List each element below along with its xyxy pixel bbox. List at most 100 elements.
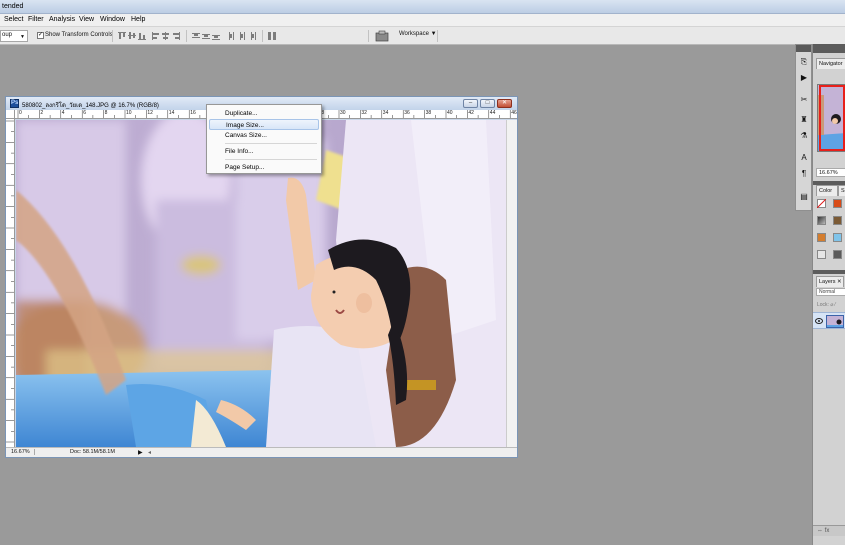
layers-footer: ⇔ fx (813, 525, 845, 536)
ruler-origin[interactable] (6, 110, 15, 119)
align-bottom-icon[interactable] (138, 32, 146, 40)
app-title-bar: tended (0, 0, 845, 14)
menu-item-duplicate[interactable]: Duplicate... (209, 108, 319, 119)
navigator-zoom-field[interactable]: 16.67% (816, 168, 845, 177)
distribute-left-icon[interactable] (228, 32, 236, 40)
navigator-thumbnail[interactable] (817, 84, 845, 152)
tool-presets-icon[interactable]: ✂ (799, 95, 809, 105)
character-icon[interactable]: A (799, 153, 809, 163)
ruler-number: 6 (83, 110, 86, 116)
actions-icon[interactable]: ▶ (799, 73, 809, 83)
ruler-number: 32 (361, 110, 367, 116)
horizontal-scroll-left[interactable]: ◂ (148, 449, 151, 456)
brushes-icon[interactable]: ♜ (799, 115, 809, 125)
document-title: 580802_ลงกรีโด_วัยเด_148.JPG @ 16.7% (RG… (22, 103, 159, 109)
layer-thumbnail (826, 315, 844, 328)
history-icon[interactable]: ⎘ (799, 57, 809, 67)
vertical-scrollbar[interactable] (506, 120, 517, 447)
ruler-number: 0 (19, 110, 22, 116)
ruler-number: 44 (489, 110, 496, 116)
workspace-menu[interactable]: Workspace ▼ (399, 31, 437, 37)
ruler-number: 42 (468, 110, 474, 116)
no-style-swatch[interactable] (817, 199, 826, 208)
align-right-icon[interactable] (172, 32, 180, 40)
menu-bar: Select Filter Analysis View Window Help (0, 14, 845, 27)
menu-item-canvas-size[interactable]: Canvas Size... (209, 130, 319, 141)
panel-grip[interactable] (796, 45, 811, 52)
menu-analysis[interactable]: Analysis (49, 16, 75, 23)
blend-mode-dropdown[interactable]: Normal (816, 288, 845, 296)
ruler-number: 2 (40, 110, 44, 116)
tab-layers[interactable]: Layers ✕ (816, 276, 844, 287)
layer-row[interactable] (813, 312, 845, 329)
distribute-vcenter-icon[interactable] (202, 32, 210, 40)
navigator-view-box[interactable] (819, 85, 845, 151)
menu-separator (225, 143, 317, 144)
style-swatch[interactable] (817, 216, 826, 225)
maximize-button[interactable]: □ (480, 99, 495, 108)
distribute-hcenter-icon[interactable] (238, 32, 246, 40)
tab-color[interactable]: Color (816, 185, 838, 196)
ruler-number: 16 (190, 110, 196, 116)
menu-filter[interactable]: Filter (28, 16, 44, 23)
app-title: tended (2, 3, 24, 10)
paragraph-icon[interactable]: ¶ (799, 169, 809, 179)
divider (437, 30, 438, 42)
menu-help[interactable]: Help (131, 16, 145, 23)
menu-window[interactable]: Window (100, 16, 125, 23)
align-vcenter-icon[interactable] (128, 32, 136, 40)
auto-align-icon[interactable] (268, 32, 276, 40)
ruler-number: 40 (447, 110, 453, 116)
ruler-number: 46 (511, 110, 517, 116)
zoom-level[interactable]: 16.67% (11, 449, 35, 455)
menu-item-image-size[interactable]: Image Size... (209, 119, 319, 130)
style-swatch[interactable] (833, 233, 842, 242)
style-swatch[interactable] (817, 250, 826, 259)
show-transform-label: Show Transform Controls (45, 32, 113, 38)
style-swatch[interactable] (833, 250, 842, 259)
options-bar: oup ▼ ✓ Show Transform Controls Workspac… (0, 27, 845, 45)
minimize-button[interactable]: ‒ (463, 99, 478, 108)
ruler-number: 38 (425, 110, 432, 116)
distribute-top-icon[interactable] (192, 32, 200, 40)
distribute-right-icon[interactable] (248, 32, 256, 40)
style-swatch[interactable] (833, 199, 842, 208)
notes-icon[interactable]: ▤ (799, 192, 809, 202)
menu-item-page-setup[interactable]: Page Setup... (209, 162, 319, 173)
panel-header[interactable] (813, 44, 845, 53)
eye-icon[interactable] (815, 318, 823, 324)
align-left-icon[interactable] (152, 32, 160, 40)
workspace-icon[interactable] (375, 30, 389, 42)
lock-controls[interactable]: Lock: ⌀ ⁄ (817, 302, 836, 308)
status-menu-arrow[interactable]: ▶ (138, 449, 143, 456)
align-top-icon[interactable] (118, 32, 126, 40)
vertical-ruler[interactable] (6, 119, 15, 449)
ruler-number: 4 (61, 110, 65, 116)
close-button[interactable]: ✕ (497, 99, 512, 108)
menu-item-file-info[interactable]: File Info... (209, 146, 319, 157)
auto-select-dropdown[interactable]: oup ▼ (0, 30, 28, 42)
show-transform-checkbox[interactable]: ✓ (37, 32, 44, 39)
style-swatch[interactable] (833, 216, 842, 225)
tab-swatches[interactable]: S (838, 185, 845, 196)
chevron-down-icon: ▼ (20, 34, 25, 40)
divider (262, 30, 263, 42)
photoshop-doc-icon: Ps (10, 99, 19, 108)
clone-source-icon[interactable]: ⚗ (799, 131, 809, 141)
auto-select-value: oup (2, 32, 13, 38)
distribute-bottom-icon[interactable] (212, 32, 220, 40)
divider (186, 30, 187, 42)
tab-navigator[interactable]: Navigator (816, 58, 845, 69)
menu-view[interactable]: View (79, 16, 94, 23)
document-status-bar: 16.67% Doc: 58.1M/58.1M ▶ ◂ (6, 447, 517, 457)
link-layers-icon[interactable]: ⇔ fx (817, 528, 829, 534)
right-panel-dock: Navigator 16.67% Color S Layers ✕ Normal… (812, 44, 845, 545)
ruler-number: 34 (382, 110, 389, 116)
menu-select[interactable]: Select (4, 16, 23, 23)
ruler-number: 30 (340, 110, 346, 116)
align-hcenter-icon[interactable] (162, 32, 170, 40)
ruler-number: 12 (147, 110, 153, 116)
style-swatch[interactable] (817, 233, 826, 242)
ruler-number: 14 (168, 110, 175, 116)
menu-separator (225, 159, 317, 160)
